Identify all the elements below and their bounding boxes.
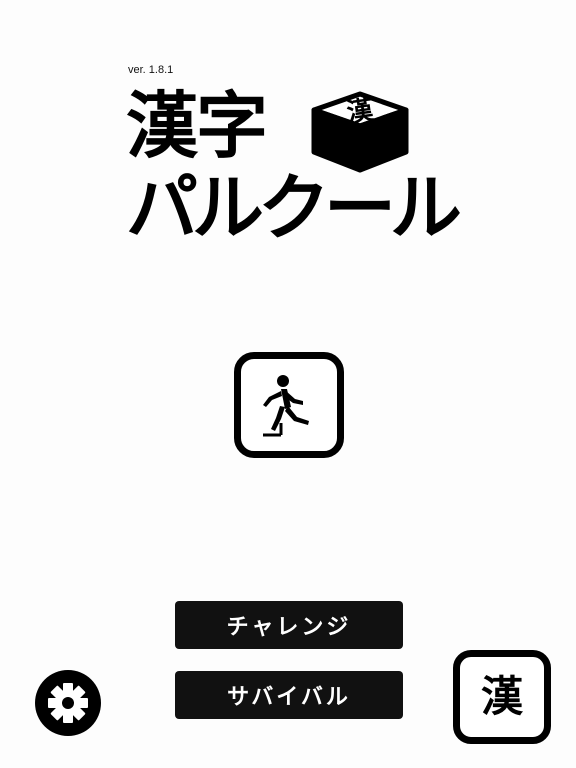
running-exit-icon: [263, 375, 309, 437]
gear-icon: [35, 670, 101, 736]
logo-title-katakana: パルクール: [126, 166, 462, 250]
settings-button[interactable]: [35, 670, 101, 736]
kanji-list-button[interactable]: 漢: [453, 650, 551, 744]
challenge-button[interactable]: チャレンジ: [175, 601, 403, 649]
survival-button[interactable]: サバイバル: [175, 671, 403, 719]
kanji-button-label: 漢: [480, 672, 523, 721]
kanji-cube-icon: 漢: [311, 91, 409, 173]
cube-kanji: 漢: [345, 95, 376, 128]
app-logo: 漢字 漢 パルクール: [126, 84, 462, 256]
start-button[interactable]: [234, 352, 344, 458]
version-label: ver. 1.8.1: [128, 64, 174, 76]
logo-title-kanji: 漢字: [126, 84, 268, 168]
